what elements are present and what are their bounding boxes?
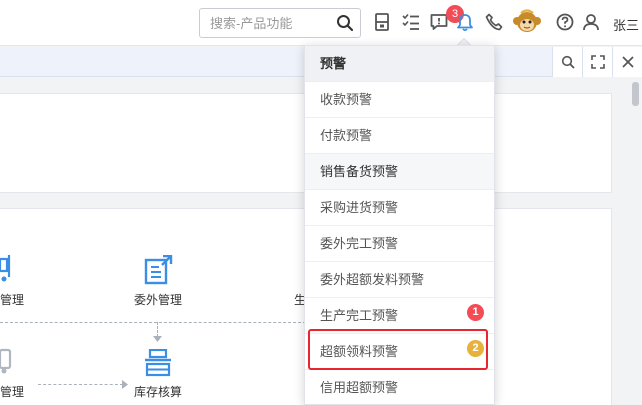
username[interactable]: 张三 xyxy=(613,15,639,34)
menu-item-outsource-overissue-alert[interactable]: 委外超额发料预警 xyxy=(305,262,494,298)
tab-tools xyxy=(552,47,642,77)
inventory-accounting-icon[interactable] xyxy=(144,349,172,377)
fullscreen-icon xyxy=(590,55,605,69)
arrow-down-icon xyxy=(153,336,162,342)
search-input[interactable] xyxy=(200,9,330,37)
close-tab-button[interactable] xyxy=(612,47,642,77)
flow-item-label[interactable]: 管理 xyxy=(0,383,24,400)
scrollbar-thumb[interactable] xyxy=(632,82,639,106)
warehouse-management-icon[interactable] xyxy=(0,347,12,375)
avatar[interactable] xyxy=(512,8,542,38)
menu-item-payment-alert[interactable]: 付款预警 xyxy=(305,118,494,154)
menu-item-credit-overlimit-alert[interactable]: 信用超额预警 xyxy=(305,370,494,405)
flow-item-label[interactable]: 库存核算 xyxy=(134,383,182,400)
search-box[interactable] xyxy=(199,8,361,38)
tab-search-button[interactable] xyxy=(552,47,582,77)
close-icon xyxy=(621,56,634,68)
step-badge-one: 1 xyxy=(467,304,484,321)
menu-item-purchase-alert[interactable]: 采购进货预警 xyxy=(305,190,494,226)
search-icon xyxy=(561,55,575,69)
outsourcing-management-icon[interactable] xyxy=(143,255,173,285)
dropdown-header: 预警 xyxy=(305,46,494,82)
checklist-icon[interactable] xyxy=(401,12,421,32)
search-icon[interactable] xyxy=(336,14,354,32)
scrollbar-track[interactable] xyxy=(630,78,642,405)
highlight-box xyxy=(308,329,488,370)
phone-icon[interactable] xyxy=(484,12,504,32)
flow-connector xyxy=(0,322,306,323)
flow-item-label[interactable]: 委外管理 xyxy=(134,291,182,308)
menu-item-outsource-complete-alert[interactable]: 委外完工预警 xyxy=(305,226,494,262)
bell-icon[interactable] xyxy=(455,12,475,32)
fullscreen-button[interactable] xyxy=(582,47,612,77)
user-icon[interactable] xyxy=(581,12,601,32)
flow-connector xyxy=(157,322,158,337)
help-icon[interactable] xyxy=(555,12,575,32)
flow-connector xyxy=(38,384,123,385)
menu-item-sales-stock-alert[interactable]: 销售备货预警 xyxy=(305,154,494,190)
flow-item-label[interactable]: 管理 xyxy=(0,291,24,308)
arrow-right-icon xyxy=(122,380,128,389)
menu-item-receipt-alert[interactable]: 收款预警 xyxy=(305,82,494,118)
purchase-management-icon[interactable] xyxy=(0,255,12,283)
calculator-icon[interactable] xyxy=(372,12,392,32)
top-bar: 3 张三 xyxy=(0,0,642,46)
